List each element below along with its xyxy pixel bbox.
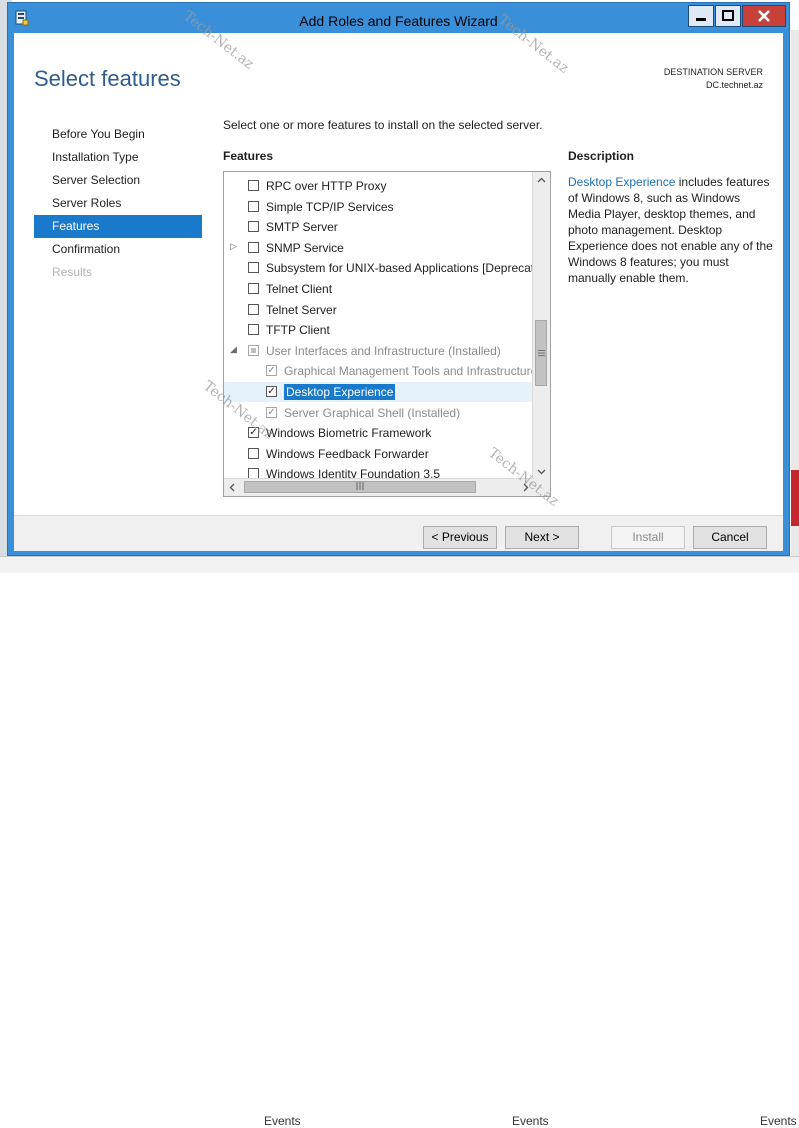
scroll-thumb[interactable] bbox=[535, 320, 547, 386]
feature-checkbox[interactable] bbox=[248, 221, 259, 233]
description-body: includes features of Windows 8, such as … bbox=[568, 175, 773, 285]
feature-label: TFTP Client bbox=[266, 323, 330, 338]
feature-label: Telnet Client bbox=[266, 282, 333, 296]
horizontal-scrollbar[interactable] bbox=[224, 478, 534, 496]
feature-label: Server Graphical Shell (Installed) bbox=[284, 405, 461, 420]
feature-label: Windows Biometric Framework bbox=[266, 426, 432, 441]
feature-label: Simple TCP/IP Services bbox=[266, 199, 394, 214]
nav-step-results: Results bbox=[52, 265, 93, 279]
background-taskbar: Events Events Events bbox=[0, 556, 799, 1128]
page-title: Select features bbox=[34, 66, 181, 91]
expand-icon[interactable]: ▷ bbox=[230, 241, 240, 252]
nav-step-confirmation[interactable]: Confirmation bbox=[34, 238, 202, 261]
scroll-up-icon[interactable] bbox=[533, 172, 550, 189]
destination-server-label: DESTINATION SERVER bbox=[663, 67, 763, 77]
background-events-label: Events bbox=[264, 1114, 301, 1128]
collapse-icon[interactable]: ◢ bbox=[230, 344, 240, 355]
vertical-scrollbar[interactable] bbox=[532, 172, 550, 480]
wizard-window: Add Roles and Features Wizard Select fea… bbox=[7, 2, 790, 556]
maximize-icon[interactable] bbox=[715, 5, 741, 27]
feature-row[interactable]: ✓ Server Graphical Shell (Installed) bbox=[224, 403, 534, 423]
next-button[interactable]: Next > bbox=[505, 526, 579, 549]
feature-label: Telnet Server bbox=[266, 302, 337, 317]
background-events-label: Events bbox=[760, 1114, 797, 1128]
feature-row[interactable]: Telnet Server bbox=[224, 300, 534, 320]
feature-row[interactable]: TFTP Client bbox=[224, 320, 534, 340]
feature-checkbox[interactable] bbox=[248, 447, 259, 459]
feature-row[interactable]: ✓ Desktop Experience bbox=[224, 382, 534, 402]
description-text: Desktop Experience includes features of … bbox=[568, 174, 773, 286]
destination-server: DESTINATION SERVER DC.technet.az bbox=[664, 66, 763, 92]
feature-label: User Interfaces and Infrastructure (Inst… bbox=[266, 343, 501, 358]
close-icon[interactable] bbox=[742, 5, 786, 27]
background-events-label: Events bbox=[512, 1114, 549, 1128]
feature-checkbox[interactable] bbox=[248, 241, 259, 253]
scroll-left-icon[interactable] bbox=[224, 479, 241, 496]
wizard-content: Select features DESTINATION SERVER DC.te… bbox=[14, 33, 783, 551]
nav-step-installation-type[interactable]: Installation Type bbox=[34, 146, 202, 169]
feature-checkbox[interactable] bbox=[248, 262, 259, 274]
horizontal-scroll-thumb[interactable] bbox=[244, 481, 476, 493]
feature-label: Graphical Management Tools and Infrastru… bbox=[284, 364, 534, 379]
feature-label: SNMP Service bbox=[266, 240, 344, 255]
feature-row[interactable]: Telnet Client bbox=[224, 279, 534, 299]
feature-label: Subsystem for UNIX-based Applications [D… bbox=[266, 261, 534, 276]
feature-label: Desktop Experience bbox=[284, 384, 396, 400]
feature-label: RPC over HTTP Proxy bbox=[266, 179, 387, 193]
feature-label: SMTP Server bbox=[266, 220, 338, 235]
nav-step-server-selection[interactable]: Server Selection bbox=[34, 169, 202, 192]
minimize-icon[interactable] bbox=[688, 5, 714, 27]
feature-row[interactable]: Subsystem for UNIX-based Applications [D… bbox=[224, 258, 534, 278]
feature-row[interactable]: ✓ Graphical Management Tools and Infrastr… bbox=[224, 361, 534, 381]
instructions-text: Select one or more features to install o… bbox=[223, 118, 543, 132]
features-tree[interactable]: Windows Identity Foundation 3.5 Windows F… bbox=[223, 171, 551, 497]
wizard-steps-nav: Before You Begin Installation Type Serve… bbox=[34, 123, 202, 284]
destination-server-value: DC.technet.az bbox=[705, 80, 763, 90]
feature-checkbox[interactable] bbox=[248, 180, 259, 191]
feature-row[interactable]: RPC over HTTP Proxy bbox=[224, 176, 534, 196]
window-title: Add Roles and Features Wizard bbox=[299, 13, 498, 29]
install-button: Install bbox=[611, 526, 685, 549]
background-red-banner bbox=[791, 470, 799, 526]
feature-checkbox[interactable]: ✓ bbox=[266, 365, 277, 377]
description-link[interactable]: Desktop Experience bbox=[568, 175, 675, 189]
feature-row[interactable]: Simple TCP/IP Services bbox=[224, 197, 534, 217]
nav-step-features[interactable]: Features bbox=[34, 215, 202, 238]
feature-checkbox[interactable] bbox=[248, 303, 259, 315]
feature-row[interactable]: ◢ User Interfaces and Infrastructure (Ins… bbox=[224, 341, 534, 361]
nav-step-before-you-begin[interactable]: Before You Begin bbox=[34, 123, 202, 146]
nav-step-server-roles[interactable]: Server Roles bbox=[34, 192, 202, 215]
feature-checkbox[interactable]: ✓ bbox=[266, 406, 277, 418]
previous-button[interactable]: < Previous bbox=[423, 526, 497, 549]
description-heading: Description bbox=[568, 149, 635, 163]
features-heading: Features bbox=[223, 149, 274, 163]
feature-checkbox[interactable] bbox=[248, 324, 259, 336]
title-bar[interactable]: Add Roles and Features Wizard bbox=[8, 3, 789, 37]
cancel-button[interactable]: Cancel bbox=[693, 526, 767, 549]
feature-checkbox[interactable] bbox=[248, 200, 259, 212]
feature-row[interactable]: SMTP Server bbox=[224, 217, 534, 237]
feature-checkbox[interactable]: ✓ bbox=[266, 386, 277, 397]
feature-checkbox[interactable] bbox=[248, 283, 259, 294]
feature-checkbox[interactable] bbox=[248, 344, 259, 356]
feature-label: Windows Feedback Forwarder bbox=[266, 446, 429, 461]
feature-row[interactable]: ▷ SNMP Service bbox=[224, 238, 534, 258]
